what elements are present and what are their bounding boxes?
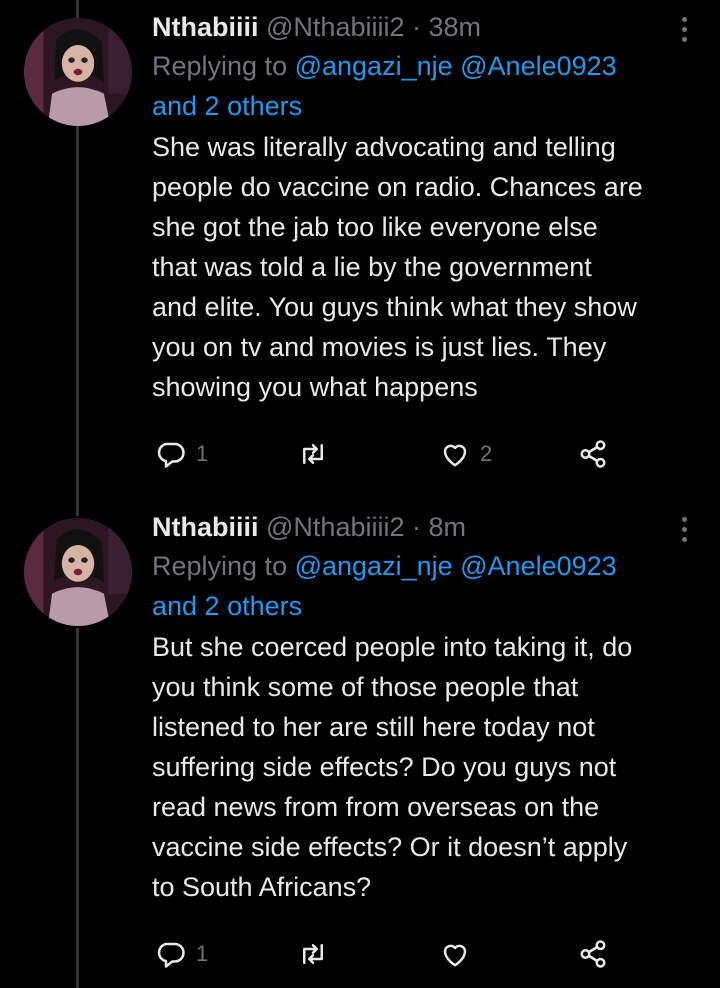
display-name[interactable]: Nthabiiii [152,12,259,42]
replying-prefix: Replying to [152,51,295,81]
share-button[interactable] [578,934,608,974]
avatar-image [24,518,132,626]
share-icon [580,940,606,968]
others-link[interactable]: and 2 others [152,591,302,621]
share-icon [580,440,606,468]
timestamp[interactable]: 38m [428,12,481,42]
avatar-image [24,18,132,126]
avatar[interactable] [24,518,132,626]
more-icon[interactable] [672,512,696,546]
retweet-icon [303,944,323,964]
retweet-button[interactable] [298,434,338,474]
mention-link[interactable]: @Anele0923 [460,51,617,81]
tweet-header: Nthabiiii @Nthabiiii2 · 38m [152,10,700,44]
reply-button[interactable]: 1 [156,934,208,974]
tweet-actions: 1 2 [152,434,632,474]
reply-count: 1 [196,441,209,466]
tweet-text: But she coerced people into taking it, d… [152,632,633,902]
mention-link[interactable]: @Anele0923 [460,551,617,581]
replying-to: Replying to @angazi_nje @Anele0923 and 2… [152,546,700,626]
tweet-actions: 1 [152,934,632,974]
avatar[interactable] [24,18,132,126]
others-link[interactable]: and 2 others [152,91,302,121]
reply-icon [157,942,185,968]
like-icon [443,944,467,967]
replying-prefix: Replying to [152,551,295,581]
like-button[interactable] [440,934,480,974]
handle[interactable]: @Nthabiiii2 [266,12,404,42]
tweet-text: She was literally advocating and telling… [152,132,643,402]
timestamp[interactable]: 8m [428,512,466,542]
replying-to: Replying to @angazi_nje @Anele0923 and 2… [152,46,700,126]
mention-link[interactable]: @angazi_nje [295,551,453,581]
handle[interactable]: @Nthabiiii2 [266,512,404,542]
retweet-icon [303,444,323,464]
more-icon[interactable] [672,12,696,46]
share-button[interactable] [578,434,608,474]
separator: · [404,12,429,42]
reply-count: 1 [196,941,209,966]
separator: · [404,512,429,542]
tweet[interactable]: Nthabiiii @Nthabiiii2 · 8m Replying to @… [0,500,720,988]
reply-icon [157,442,185,468]
like-icon [443,444,467,467]
retweet-button[interactable] [298,934,338,974]
tweet-header: Nthabiiii @Nthabiiii2 · 8m [152,510,700,544]
display-name[interactable]: Nthabiiii [152,512,259,542]
tweet[interactable]: Nthabiiii @Nthabiiii2 · 38m Replying to … [0,0,720,500]
like-count: 2 [480,441,493,466]
reply-button[interactable]: 1 [156,434,208,474]
like-button[interactable]: 2 [440,434,492,474]
mention-link[interactable]: @angazi_nje [295,51,453,81]
